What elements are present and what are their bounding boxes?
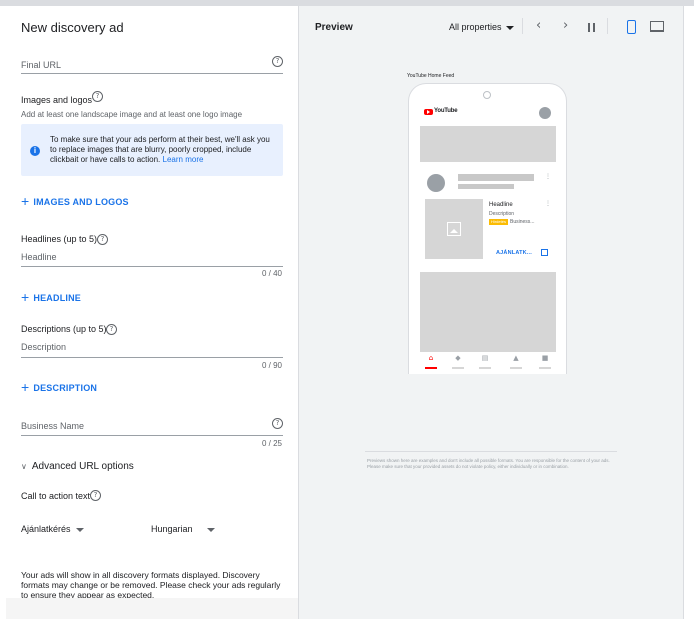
plus-icon: +: [21, 379, 30, 395]
phone-screen: YouTube ⋮ Headline ⋮ Description Hirdeté…: [420, 104, 556, 372]
preview-panel: Preview All properties ‹ › YouTube Home …: [299, 6, 684, 619]
bottom-shade: [6, 598, 298, 619]
disclaimer-divider: [365, 451, 617, 452]
cta-dropdown-arrow-icon[interactable]: [76, 528, 84, 532]
description-counter: 0 / 90: [261, 361, 282, 370]
images-help-icon[interactable]: ?: [92, 91, 103, 102]
subscriptions-icon: ▤: [481, 354, 489, 362]
headlines-help-icon[interactable]: ?: [97, 234, 108, 245]
headline-underline: [21, 266, 283, 267]
page-title: New discovery ad: [21, 20, 124, 35]
preview-title: Preview: [315, 22, 353, 33]
feed-label: YouTube Home Feed: [407, 73, 455, 79]
bell-icon: ▲: [513, 354, 519, 362]
ad-business-name: Business...: [510, 219, 535, 225]
plus-icon: +: [21, 193, 30, 209]
chevron-left-icon[interactable]: ‹: [536, 18, 541, 33]
pause-icon[interactable]: [588, 23, 595, 32]
preview-disclaimer: Previews shown here are examples and don…: [367, 458, 610, 469]
active-tab-indicator: [425, 367, 437, 369]
ad-headline: Headline: [489, 202, 513, 208]
cta-label: Call to action text: [21, 491, 91, 501]
text-placeholder: [458, 174, 534, 181]
ad-form-panel: New discovery ad Final URL ? Images and …: [6, 6, 299, 619]
add-images-button[interactable]: + IMAGES AND LOGOS: [21, 192, 129, 209]
more-vert-icon: ⋮: [545, 201, 551, 207]
chevron-down-icon: ∨: [21, 462, 27, 471]
ad-badge: Hirdetés: [489, 219, 508, 225]
ad-cta-button: AJÁNLATK...: [496, 250, 533, 256]
images-hint: Add at least one landscape image and at …: [21, 110, 243, 119]
headline-input[interactable]: Headline: [21, 252, 57, 262]
divider: [522, 18, 523, 34]
properties-dropdown-arrow-icon[interactable]: [506, 26, 514, 30]
video-placeholder: [420, 272, 556, 352]
business-name-input[interactable]: Business Name: [21, 421, 84, 431]
images-label: Images and logos: [21, 95, 93, 105]
formats-notice: Your ads will show in all discovery form…: [21, 570, 281, 600]
phone-camera: [483, 91, 491, 99]
open-external-icon: [541, 249, 548, 256]
text-placeholder: [458, 184, 514, 189]
final-url-help-icon[interactable]: ?: [272, 56, 283, 67]
ad-description: Description: [489, 211, 515, 217]
cta-help-icon[interactable]: ?: [90, 490, 101, 501]
business-name-underline: [21, 435, 283, 436]
properties-dropdown[interactable]: All properties: [449, 22, 502, 32]
scrollbar-track[interactable]: [684, 6, 694, 619]
info-text: To make sure that your ads perform at th…: [50, 135, 270, 164]
ad-logo-placeholder: [427, 174, 445, 192]
home-icon: ⌂: [428, 354, 434, 362]
tab-underline: [452, 367, 464, 369]
tab-underline: [510, 367, 522, 369]
descriptions-label: Descriptions (up to 5): [21, 324, 107, 334]
video-placeholder: [420, 126, 556, 162]
description-input[interactable]: Description: [21, 342, 66, 352]
library-icon: ■: [541, 354, 549, 362]
headline-counter: 0 / 40: [261, 269, 282, 278]
image-quality-info-box: i To make sure that your ads perform at …: [21, 124, 283, 176]
explore-icon: ◆: [455, 354, 461, 362]
descriptions-help-icon[interactable]: ?: [106, 324, 117, 335]
info-icon: i: [30, 146, 40, 156]
language-dropdown-arrow-icon[interactable]: [207, 528, 215, 532]
more-vert-icon: ⋮: [545, 174, 551, 180]
add-description-button[interactable]: + DESCRIPTION: [21, 378, 97, 395]
phone-mockup: YouTube ⋮ Headline ⋮ Description Hirdeté…: [408, 83, 567, 374]
learn-more-link[interactable]: Learn more: [163, 155, 204, 164]
desktop-device-icon[interactable]: [650, 21, 664, 32]
ad-image-placeholder: [425, 199, 483, 259]
divider: [607, 18, 608, 34]
mobile-device-icon[interactable]: [627, 20, 636, 34]
tab-underline: [539, 367, 551, 369]
cta-dropdown[interactable]: Ajánlatkérés: [21, 524, 71, 534]
business-name-counter: 0 / 25: [261, 439, 282, 448]
tab-underline: [479, 367, 491, 369]
add-headline-button[interactable]: + HEADLINE: [21, 288, 81, 305]
avatar: [539, 107, 551, 119]
headlines-label: Headlines (up to 5): [21, 234, 98, 244]
youtube-logo-icon: [424, 109, 433, 115]
chevron-right-icon[interactable]: ›: [563, 18, 568, 33]
language-dropdown[interactable]: Hungarian: [151, 524, 193, 534]
final-url-underline: [21, 73, 283, 74]
final-url-input[interactable]: Final URL: [21, 60, 61, 70]
youtube-wordmark: YouTube: [434, 108, 458, 114]
business-name-help-icon[interactable]: ?: [272, 418, 283, 429]
plus-icon: +: [21, 289, 30, 305]
advanced-url-toggle[interactable]: ∨ Advanced URL options: [21, 461, 134, 472]
description-underline: [21, 357, 283, 358]
image-icon: [447, 222, 461, 236]
